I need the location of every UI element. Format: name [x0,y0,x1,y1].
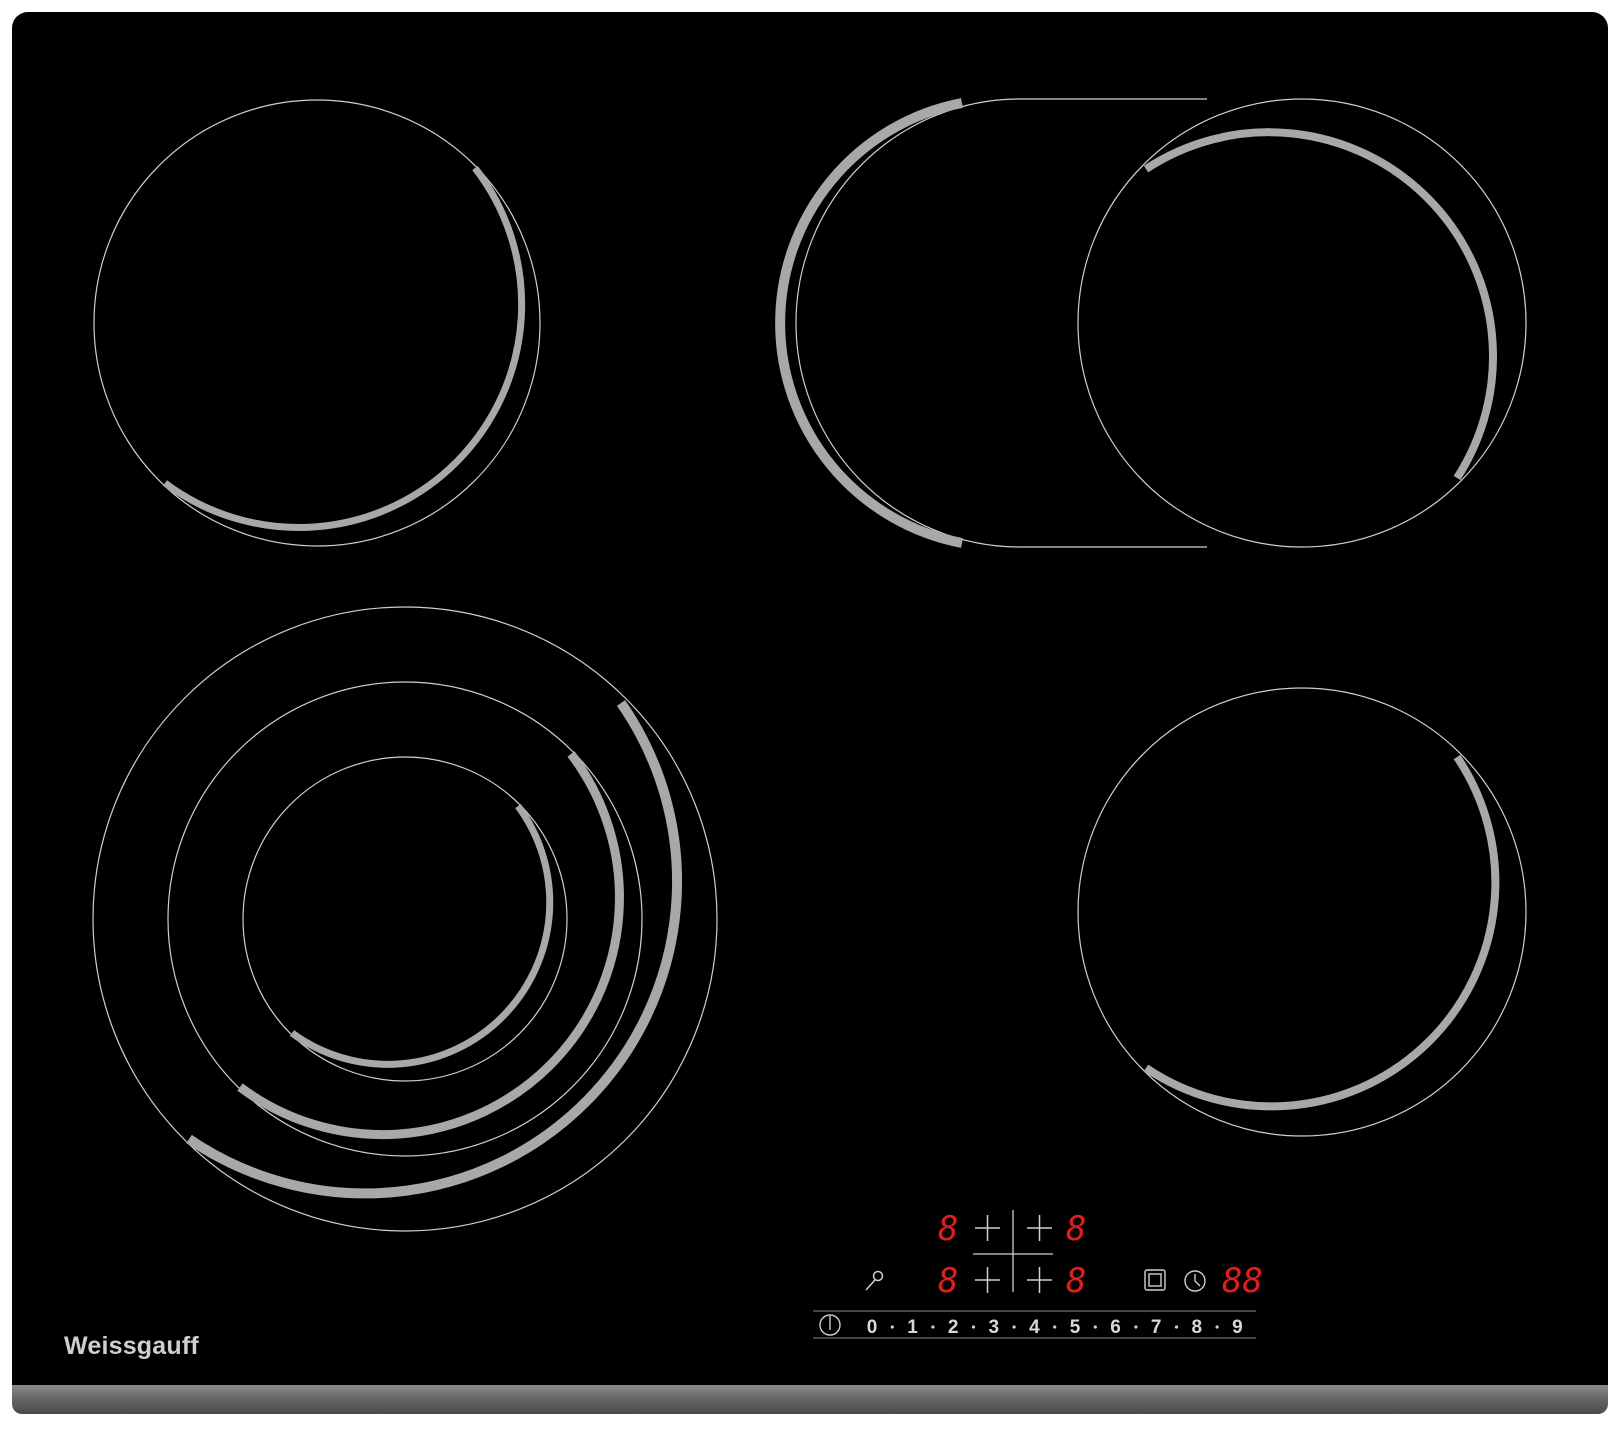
power-level-4[interactable]: 4 [1029,1317,1040,1338]
plus-icon[interactable] [1027,1215,1052,1241]
plus-icon[interactable] [1027,1267,1052,1293]
power-level-7[interactable]: 7 [1151,1317,1162,1338]
plus-icon[interactable] [975,1267,1000,1293]
power-level-2[interactable]: 2 [948,1317,959,1338]
zone-bottom-left-triple [92,606,718,1232]
zone-top-right-dual [775,98,1527,548]
zone-bottom-right [1077,687,1527,1137]
clock-icon[interactable] [1184,1270,1206,1292]
cooking-zones: 8 8 8 8 88 0 1 2 3 4 5 6 7 8 9 [92,98,1527,1339]
zone-display-rear-right: 8 [1066,1209,1086,1249]
zone-top-left [93,99,541,547]
power-level-9[interactable]: 9 [1232,1317,1243,1338]
zone-display-rear-left: 8 [938,1209,958,1249]
scale-dot [890,1325,894,1329]
power-icon[interactable] [819,1314,841,1336]
touch-control-panel: 8 8 8 8 88 0 1 2 3 4 5 6 7 8 9 [813,1209,1263,1339]
scale-dot [1215,1325,1219,1329]
zone-display-front-left: 8 [938,1261,958,1301]
expand-zone-icon[interactable] [1144,1269,1166,1291]
scale-dot [971,1325,976,1329]
power-level-6[interactable]: 6 [1110,1317,1121,1338]
zone-display-front-right: 8 [1066,1261,1086,1301]
scale-dot [1093,1325,1097,1329]
key-lock-icon[interactable] [865,1270,884,1291]
scale-dot [1053,1325,1057,1329]
power-level-3[interactable]: 3 [989,1317,1000,1338]
power-level-5[interactable]: 5 [1070,1317,1081,1338]
timer-display: 88 [1222,1261,1263,1301]
scale-dot [931,1325,935,1329]
power-level-1[interactable]: 1 [907,1317,918,1338]
power-scale[interactable]: 0 1 2 3 4 5 6 7 8 9 [867,1317,1243,1338]
scale-dot [1012,1325,1016,1329]
brand-logo: Weissgauff [64,1332,199,1360]
scale-dot [1134,1325,1138,1329]
power-level-0[interactable]: 0 [867,1317,878,1338]
cooktop-photo: 8 8 8 8 88 0 1 2 3 4 5 6 7 8 9 Weissgauf… [0,0,1619,1430]
scale-dot [1174,1325,1179,1329]
power-level-8[interactable]: 8 [1192,1317,1203,1338]
plus-icon[interactable] [975,1215,1000,1241]
